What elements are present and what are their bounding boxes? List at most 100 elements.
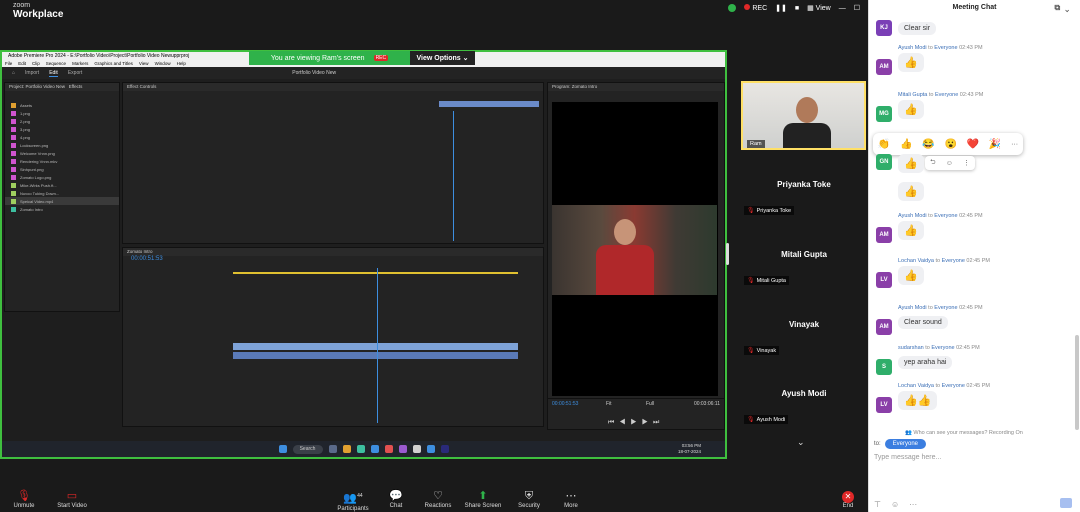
effects-tab[interactable]: Effects (69, 84, 83, 89)
pause-recording-icon[interactable]: ❚❚ (775, 4, 787, 12)
participant-tile[interactable]: Vinayak 🎙 Vinayak (740, 290, 868, 356)
chat-button[interactable]: 💬 Chat (385, 490, 407, 509)
ws-import[interactable]: Import (25, 70, 39, 76)
stop-recording-icon[interactable]: ■ (795, 5, 799, 12)
chrome-icon[interactable] (384, 445, 393, 453)
ws-export[interactable]: Export (68, 70, 82, 76)
file-row[interactable]: Zomato Intro (5, 205, 119, 213)
work-area-bar[interactable] (233, 272, 518, 274)
more-reactions-icon[interactable]: ··· (1011, 141, 1018, 148)
heart-reaction-icon[interactable]: ❤️ (967, 139, 979, 150)
more-icon[interactable]: ⋮ (963, 159, 970, 167)
source-clip-bar[interactable] (439, 101, 539, 107)
task-view-icon[interactable] (328, 445, 337, 453)
ws-edit[interactable]: Edit (49, 70, 58, 77)
more-options-icon[interactable]: ··· (909, 500, 917, 509)
chat-message[interactable]: GN 👍 (876, 154, 924, 173)
program-tab[interactable]: Program: Zomato Intro (548, 83, 724, 91)
audio-clip[interactable] (233, 352, 518, 359)
chat-message[interactable]: LV Lochan Vaidya to Everyone 02:45 PM 👍👍 (876, 383, 990, 413)
participant-tile[interactable]: Mitali Gupta 🎙 Mitali Gupta (740, 221, 868, 287)
zoom-taskbar-icon[interactable] (426, 445, 435, 453)
thumbs-up-reaction-icon[interactable]: 👍 (900, 139, 912, 150)
menu-edit[interactable]: Edit (18, 60, 26, 67)
self-video-tile[interactable]: Ram (741, 81, 866, 150)
message-input[interactable]: Type message here... (874, 454, 941, 461)
menu-file[interactable]: File (5, 60, 12, 67)
file-row[interactable]: Sinhpunt.png (5, 165, 119, 173)
video-clip[interactable] (233, 343, 518, 350)
menu-view[interactable]: View (139, 60, 149, 67)
effect-controls-tab[interactable]: Effect Controls (123, 83, 543, 91)
format-icon[interactable]: ⊤ (874, 500, 881, 509)
transport-controls[interactable]: ⏮◀▶▶⏭ (608, 419, 664, 427)
security-button[interactable]: ⛨ Security (516, 490, 542, 509)
unmute-button[interactable]: 🎙 Unmute (12, 490, 36, 509)
taskbar-clock[interactable]: 03:56 PM 18-07-2024 (678, 443, 701, 455)
file-row[interactable]: Mike-Wirks Push.ft... (5, 181, 119, 189)
file-row[interactable]: Speical Video.mp4 (5, 197, 119, 205)
app-icon[interactable] (412, 445, 421, 453)
file-explorer-icon[interactable] (342, 445, 351, 453)
reactions-button[interactable]: ♡ Reactions (423, 490, 453, 509)
home-icon[interactable]: ⌂ (12, 70, 15, 76)
file-row[interactable]: Welcome Vnnn.png (5, 149, 119, 157)
file-row[interactable]: Zomato Logo.png (5, 173, 119, 181)
file-row[interactable]: Nuvoo Tuking Down... (5, 189, 119, 197)
windows-start-icon[interactable] (278, 445, 287, 453)
store-icon[interactable] (370, 445, 379, 453)
chat-message[interactable]: MG Mitali Gupta to Everyone 02:43 PM 👍 (876, 92, 983, 122)
sequence-tab[interactable]: Zomato Intro (123, 248, 543, 256)
chat-message[interactable]: KJ Clear sir (876, 20, 937, 36)
surprised-reaction-icon[interactable]: 😮 (944, 139, 956, 150)
menu-window[interactable]: Window (155, 60, 171, 67)
share-screen-button[interactable]: ⬆ Share Screen (464, 490, 502, 509)
maximize-icon[interactable]: ☐ (854, 4, 860, 12)
menu-graphics[interactable]: Graphics and Titles (94, 60, 133, 67)
chat-message[interactable]: AM Ayush Modi to Everyone 02:43 PM 👍 (876, 45, 983, 75)
chat-scrollbar[interactable] (1075, 335, 1079, 430)
file-row[interactable]: Rendering Vnnn.mkv (5, 157, 119, 165)
chat-message[interactable]: LV Lochan Vaidya to Everyone 02:45 PM 👍 (876, 258, 990, 288)
file-row[interactable]: 2.png (5, 117, 119, 125)
file-row[interactable]: 3.png (5, 125, 119, 133)
fit-select[interactable]: Fit (606, 401, 612, 407)
timeline-timecode[interactable]: 00:00:51:53 (123, 256, 543, 262)
recording-notice[interactable]: 👥 Who can see your messages? Recording O… (905, 430, 1023, 436)
clap-reaction-icon[interactable]: 👏 (878, 139, 890, 150)
chat-message[interactable]: AM Ayush Modi to Everyone 02:45 PM 👍 (876, 213, 983, 243)
menu-markers[interactable]: Markers (72, 60, 88, 67)
view-options-button[interactable]: View Options ⌄ (410, 51, 475, 65)
file-row[interactable]: 1.png (5, 109, 119, 117)
file-row[interactable]: Assets (5, 101, 119, 109)
recipient-select[interactable]: Everyone (884, 439, 927, 449)
recording-indicator[interactable]: REC (744, 4, 767, 12)
reply-icon[interactable]: ⮌ (930, 158, 936, 169)
premiere-taskbar-icon[interactable] (440, 445, 449, 453)
laugh-reaction-icon[interactable]: 😂 (922, 139, 934, 150)
start-video-button[interactable]: ▭ Start Video (55, 490, 89, 509)
chat-message[interactable]: AM Ayush Modi to Everyone 02:45 PM Clear… (876, 305, 983, 335)
menu-sequence[interactable]: Sequence (46, 60, 66, 67)
edge-icon[interactable] (356, 445, 365, 453)
emoji-icon[interactable]: ☺ (946, 160, 953, 167)
file-row[interactable]: Lockscreen.png (5, 141, 119, 149)
timeline-playhead[interactable] (377, 268, 378, 423)
full-select[interactable]: Full (646, 401, 654, 407)
view-button[interactable]: ▦ View (807, 4, 831, 12)
menu-clip[interactable]: Clip (32, 60, 40, 67)
project-tab[interactable]: Project: Portfolio Video New (9, 84, 65, 89)
chevron-down-icon[interactable]: ⌄ (1065, 3, 1074, 12)
taskbar-search[interactable]: Search (292, 444, 323, 454)
file-row[interactable]: 4.png (5, 133, 119, 141)
ec-playhead[interactable] (453, 111, 454, 241)
more-button[interactable]: ⋯ More (561, 490, 581, 509)
minimize-icon[interactable]: — (839, 5, 846, 12)
send-icon[interactable] (1060, 498, 1072, 508)
app-icon[interactable] (398, 445, 407, 453)
emoji-picker-icon[interactable]: ☺ (891, 500, 899, 509)
menu-help[interactable]: Help (177, 60, 186, 67)
popout-icon[interactable]: ⧉ (1055, 3, 1066, 12)
panel-resize-handle[interactable] (726, 243, 729, 265)
participants-scroll-down-icon[interactable]: ⌄ (797, 437, 805, 448)
